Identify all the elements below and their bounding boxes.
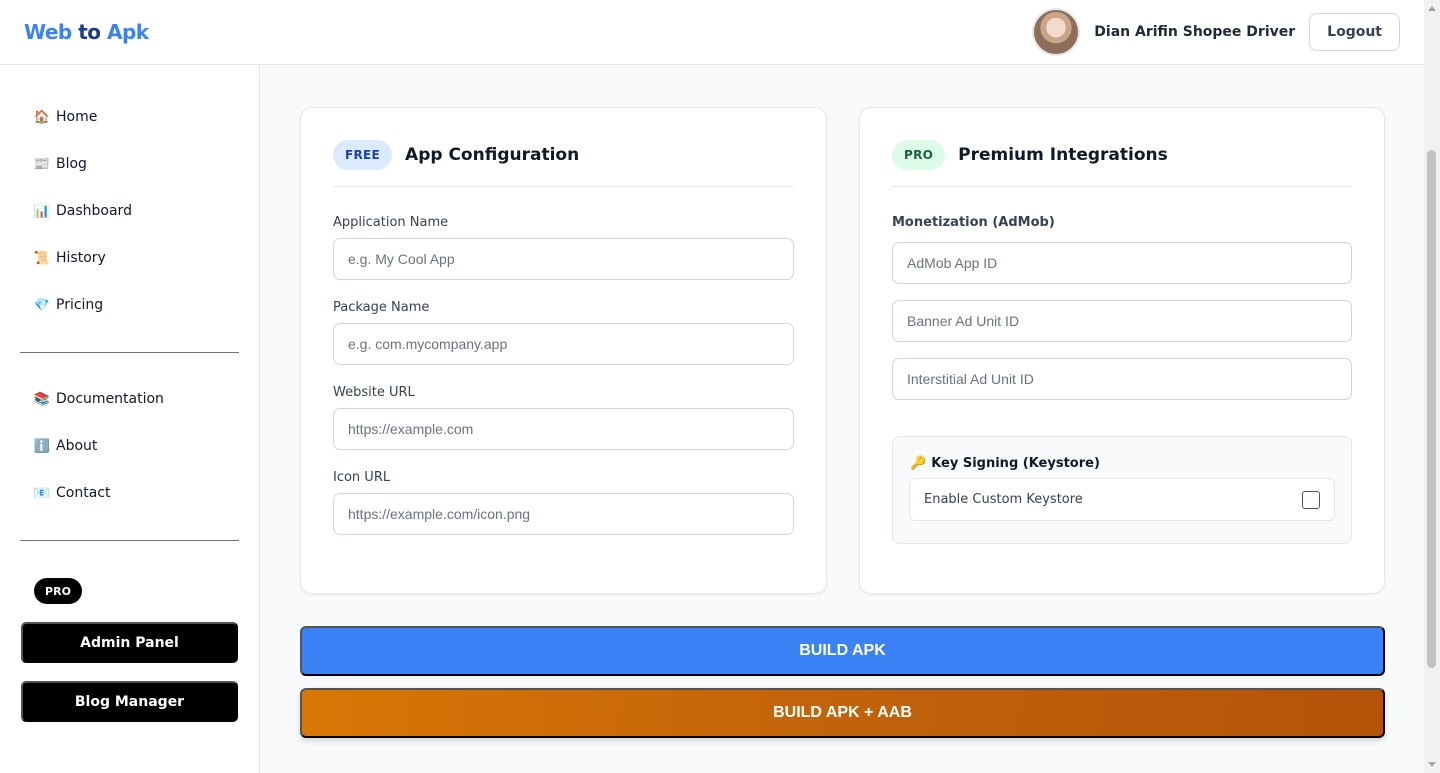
keystore-section: 🔑 Key Signing (Keystore) Enable Custom K… [892,436,1352,544]
brand-logo-apk: Apk [106,20,149,44]
info-icon: ℹ️ [33,438,51,454]
avatar[interactable] [1032,8,1081,56]
sidebar-item-label: Dashboard [56,203,132,219]
card-title: App Configuration [405,145,580,165]
app-configuration-card: FREE App Configuration Application Name … [300,107,827,594]
brand-logo-web: Web [24,20,72,44]
card-header: FREE App Configuration [333,140,794,187]
sidebar-item-home[interactable]: 🏠 Home [34,109,97,125]
gem-icon: 💎 [33,297,51,313]
user-area: Dian Arifin Shopee Driver Logout [1032,8,1400,56]
keystore-title-text: Key Signing (Keystore) [931,456,1100,471]
bar-chart-icon: 📊 [33,203,51,219]
package-name-input[interactable] [333,323,794,365]
sidebar-item-label: Documentation [56,391,164,407]
sidebar-item-label: About [56,438,98,454]
sidebar-item-label: Blog [56,156,87,172]
enable-custom-keystore-row[interactable]: Enable Custom Keystore [909,478,1335,521]
sidebar: 🏠 Home 📰 Blog 📊 Dashboard 📜 History 💎 Pr… [0,65,260,773]
sidebar-item-pricing[interactable]: 💎 Pricing [34,297,103,313]
top-header: Web to Apk Dian Arifin Shopee Driver Log… [0,0,1424,65]
admin-panel-button[interactable]: Admin Panel [21,622,238,663]
website-url-input[interactable] [333,408,794,450]
sidebar-item-blog[interactable]: 📰 Blog [34,156,87,172]
enable-custom-keystore-checkbox[interactable] [1302,490,1320,509]
interstitial-ad-unit-id-input[interactable] [892,358,1352,400]
brand-logo-to: to [78,20,101,44]
user-name: Dian Arifin Shopee Driver [1094,24,1296,40]
sidebar-item-history[interactable]: 📜 History [34,250,106,266]
sidebar-item-label: Pricing [56,297,104,313]
scroll-thumb[interactable] [1427,150,1436,668]
sidebar-divider [20,540,239,541]
home-icon: 🏠 [33,109,51,125]
card-header: PRO Premium Integrations [892,140,1352,187]
package-name-label: Package Name [333,300,430,315]
books-icon: 📚 [33,391,51,407]
keystore-title: 🔑 Key Signing (Keystore) [910,456,1100,471]
newspaper-icon: 📰 [33,156,51,172]
sidebar-item-about[interactable]: ℹ️ About [33,438,98,454]
pro-badge: PRO [34,578,82,604]
sidebar-item-documentation[interactable]: 📚 Documentation [34,391,164,407]
sidebar-item-contact[interactable]: 📧 Contact [33,485,111,501]
sidebar-divider [20,352,239,353]
sidebar-item-dashboard[interactable]: 📊 Dashboard [34,203,132,219]
sidebar-item-label: History [56,250,106,266]
build-apk-aab-button[interactable]: BUILD APK + AAB [300,688,1385,738]
page-scrollbar[interactable] [1424,0,1440,773]
key-icon: 🔑 [910,456,927,471]
brand-logo[interactable]: Web to Apk [24,20,149,44]
application-name-input[interactable] [333,238,794,280]
envelope-icon: 📧 [33,485,51,501]
monetization-label: Monetization (AdMob) [892,215,1055,230]
banner-ad-unit-id-input[interactable] [892,300,1352,342]
card-title: Premium Integrations [958,145,1168,165]
enable-custom-keystore-label: Enable Custom Keystore [924,492,1083,507]
premium-integrations-card: PRO Premium Integrations Monetization (A… [859,107,1385,594]
application-name-label: Application Name [333,215,449,230]
build-apk-button[interactable]: BUILD APK [300,626,1385,676]
free-badge: FREE [333,140,393,170]
icon-url-input[interactable] [333,493,794,535]
icon-url-label: Icon URL [333,470,391,485]
scroll-icon: 📜 [33,250,51,266]
admob-app-id-input[interactable] [892,242,1352,284]
scroll-up-icon[interactable] [1428,6,1436,11]
pro-badge: PRO [892,140,946,170]
blog-manager-button[interactable]: Blog Manager [21,681,238,722]
sidebar-item-label: Contact [56,485,111,501]
scroll-down-icon[interactable] [1428,762,1436,767]
website-url-label: Website URL [333,385,415,400]
logout-button[interactable]: Logout [1309,13,1400,51]
sidebar-item-label: Home [56,109,98,125]
